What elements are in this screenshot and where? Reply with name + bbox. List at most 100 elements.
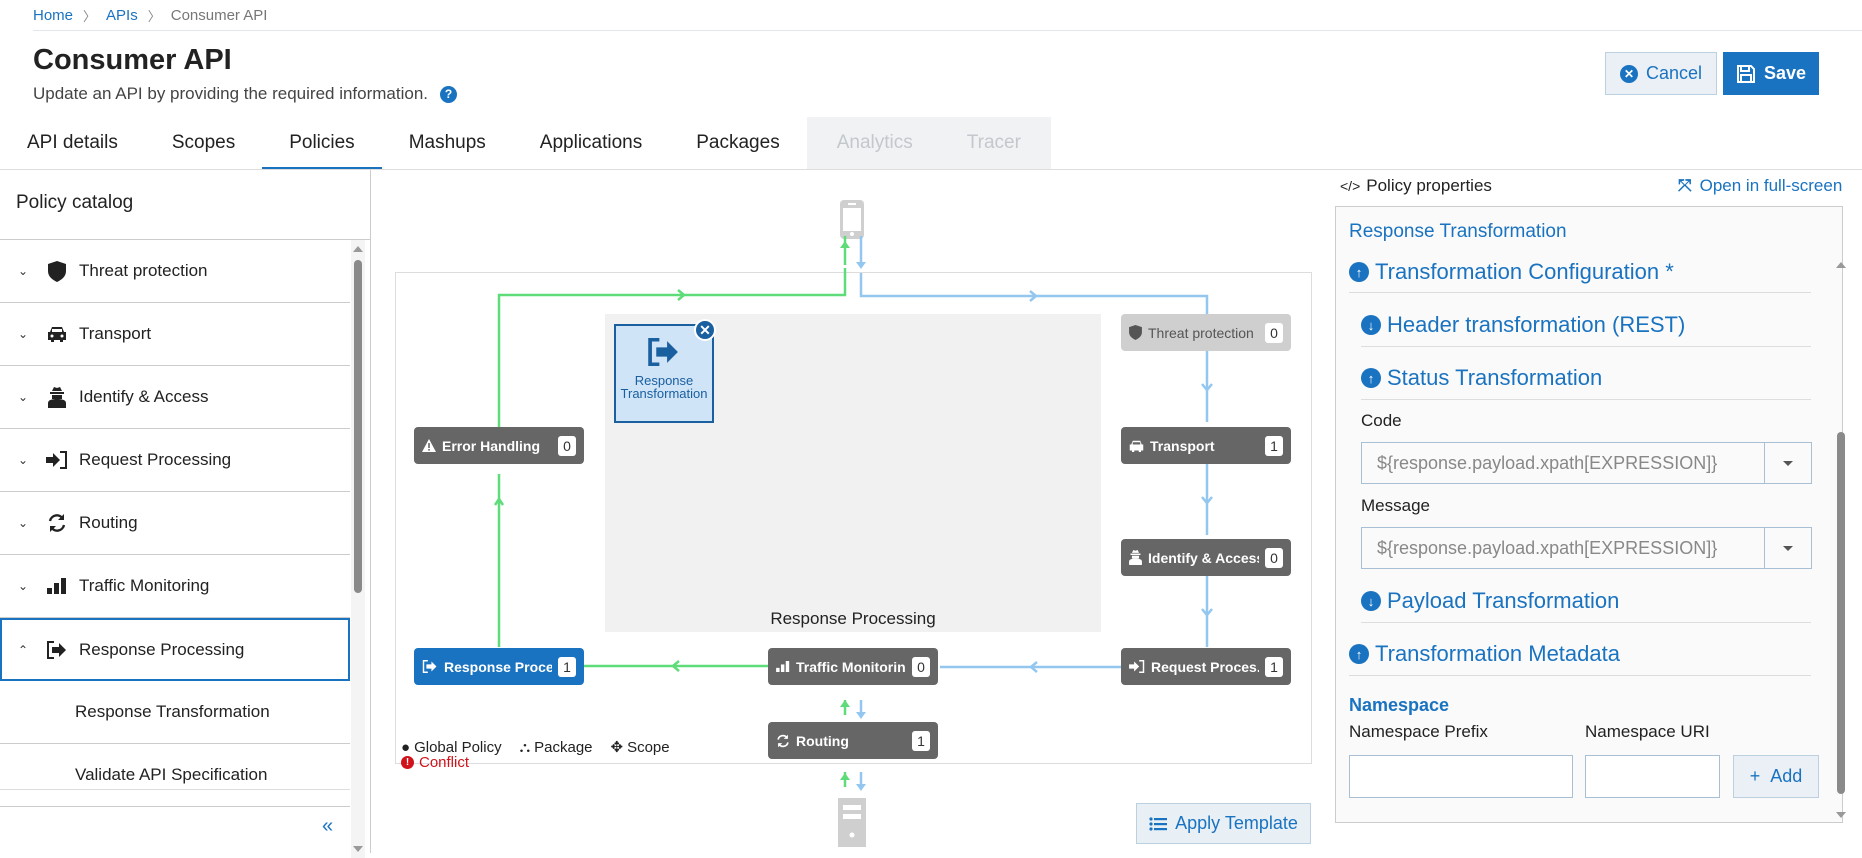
stage-node-identify-access[interactable]: Identify & Access 0 xyxy=(1121,539,1291,576)
node-count-badge: 0 xyxy=(558,435,576,456)
legend-label: Package xyxy=(534,738,593,756)
policy-properties-panel: Response Transformation ↑ Transformation… xyxy=(1335,206,1843,823)
remove-policy-button[interactable]: ✕ xyxy=(694,319,716,341)
scroll-down-icon[interactable] xyxy=(1836,812,1846,818)
message-dropdown-toggle[interactable] xyxy=(1764,528,1811,568)
node-label: Transport xyxy=(1150,437,1215,454)
sign-out-icon xyxy=(422,660,437,673)
stage-node-routing[interactable]: Routing 1 xyxy=(768,722,938,759)
scroll-up-icon[interactable] xyxy=(1836,262,1846,268)
caret-down-icon xyxy=(1783,460,1793,466)
open-fullscreen-link[interactable]: ⤧ Open in full-screen xyxy=(1678,176,1842,196)
divider xyxy=(1361,399,1811,400)
section-transformation-configuration[interactable]: ↑ Transformation Configuration * xyxy=(1349,259,1674,285)
bar-chart-icon xyxy=(776,661,790,672)
apply-template-label: Apply Template xyxy=(1175,813,1298,833)
legend-label: Scope xyxy=(627,738,670,756)
node-count-badge: 1 xyxy=(558,656,576,677)
warning-icon xyxy=(422,439,436,452)
section-transformation-metadata[interactable]: ↑ Transformation Metadata xyxy=(1349,641,1620,667)
message-label: Message xyxy=(1361,496,1430,515)
caret-down-icon xyxy=(1783,545,1793,551)
divider xyxy=(1349,675,1811,676)
exclamation-circle-icon: ! xyxy=(401,756,414,769)
divider xyxy=(1349,292,1811,293)
node-count-badge: 1 xyxy=(1265,435,1283,456)
code-input[interactable] xyxy=(1362,443,1764,483)
node-label: Identify & Access xyxy=(1148,549,1259,566)
legend-label: Conflict xyxy=(419,754,470,771)
namespace-prefix-label: Namespace Prefix xyxy=(1349,722,1488,741)
divider xyxy=(1361,622,1811,623)
node-label: Traffic Monitoring xyxy=(796,658,906,675)
server-backend-icon xyxy=(838,798,866,847)
section-label: Status Transformation xyxy=(1387,365,1603,390)
flow-arrowheads xyxy=(840,241,850,780)
stage-node-response-processing[interactable]: Response Proce... 1 xyxy=(414,648,584,685)
namespace-uri-label: Namespace URI xyxy=(1585,722,1710,741)
arrow-circle-up-icon: ↑ xyxy=(1349,262,1369,282)
divider xyxy=(1361,346,1811,347)
node-count-badge: 0 xyxy=(912,656,930,677)
fullscreen-label: Open in full-screen xyxy=(1699,176,1843,195)
namespace-heading: Namespace xyxy=(1349,695,1450,715)
section-status-transformation[interactable]: ↑ Status Transformation xyxy=(1361,365,1602,391)
stage-node-request-processing[interactable]: Request Proces... 1 xyxy=(1121,648,1291,685)
heading-label: Policy properties xyxy=(1366,176,1492,195)
arrow-circle-down-icon: ↓ xyxy=(1361,591,1381,611)
section-payload-transformation[interactable]: ↓ Payload Transformation xyxy=(1361,588,1619,614)
section-label: Header transformation (REST) xyxy=(1387,312,1686,337)
code-dropdown-toggle[interactable] xyxy=(1764,443,1811,483)
legend-conflict: ! Conflict xyxy=(401,754,469,771)
stage-node-transport[interactable]: Transport 1 xyxy=(1121,427,1291,464)
node-label: Threat protection xyxy=(1148,324,1254,341)
section-label: Payload Transformation xyxy=(1387,588,1620,613)
node-count-badge: 0 xyxy=(1265,547,1283,568)
globe-icon: ● xyxy=(401,738,411,756)
namespace-uri-input[interactable] xyxy=(1585,755,1720,798)
policy-title: Response Transformation xyxy=(1349,221,1567,242)
scrollbar-thumb[interactable] xyxy=(1837,432,1845,794)
cubes-icon: ⛬ xyxy=(519,738,531,756)
mobile-client-icon xyxy=(840,200,864,239)
sign-in-icon xyxy=(1129,660,1145,673)
list-icon xyxy=(1149,816,1168,831)
policy-properties-heading: </> Policy properties xyxy=(1340,176,1492,196)
namespace-prefix-input[interactable] xyxy=(1349,755,1573,798)
node-count-badge: 0 xyxy=(1265,322,1283,343)
properties-scrollbar[interactable] xyxy=(1836,262,1846,818)
shield-icon xyxy=(1129,325,1142,340)
add-namespace-button[interactable]: + Add xyxy=(1733,755,1819,798)
policy-card-label: Response Transformation xyxy=(620,373,708,401)
code-icon: </> xyxy=(1340,178,1361,194)
section-label: Transformation Metadata xyxy=(1375,641,1620,666)
refresh-icon xyxy=(777,734,789,747)
car-icon xyxy=(1129,440,1144,452)
node-label: Routing xyxy=(796,732,849,749)
message-input[interactable] xyxy=(1362,528,1764,568)
stage-node-traffic-monitoring[interactable]: Traffic Monitoring 0 xyxy=(768,648,938,685)
legend-package: ⛬ Package xyxy=(520,738,593,756)
arrow-circle-up-icon: ↑ xyxy=(1361,368,1381,388)
node-label: Error Handling xyxy=(442,437,541,454)
node-label: Request Proces... xyxy=(1151,658,1259,675)
node-count-badge: 1 xyxy=(1265,656,1283,677)
user-secret-icon xyxy=(1129,550,1142,565)
apply-template-button[interactable]: Apply Template xyxy=(1136,803,1311,844)
crosshairs-icon: ✥ xyxy=(610,739,624,756)
legend-scope: ✥ Scope xyxy=(610,738,670,757)
stage-node-error-handling[interactable]: Error Handling 0 xyxy=(414,427,584,464)
arrow-circle-down-icon: ↓ xyxy=(1361,315,1381,335)
node-label: Response Proce... xyxy=(444,658,552,675)
stage-node-threat-protection[interactable]: Threat protection 0 xyxy=(1121,314,1291,351)
message-combobox[interactable] xyxy=(1361,527,1812,569)
code-combobox[interactable] xyxy=(1361,442,1812,484)
expand-arrows-icon: ⤧ xyxy=(1678,176,1692,195)
add-label: Add xyxy=(1770,766,1803,786)
section-header-transformation[interactable]: ↓ Header transformation (REST) xyxy=(1361,312,1685,338)
legend-label: Global Policy xyxy=(414,738,502,756)
plus-icon: + xyxy=(1749,766,1761,786)
sign-out-icon xyxy=(616,338,712,366)
node-count-badge: 1 xyxy=(912,730,930,751)
response-flow-line xyxy=(493,236,847,787)
